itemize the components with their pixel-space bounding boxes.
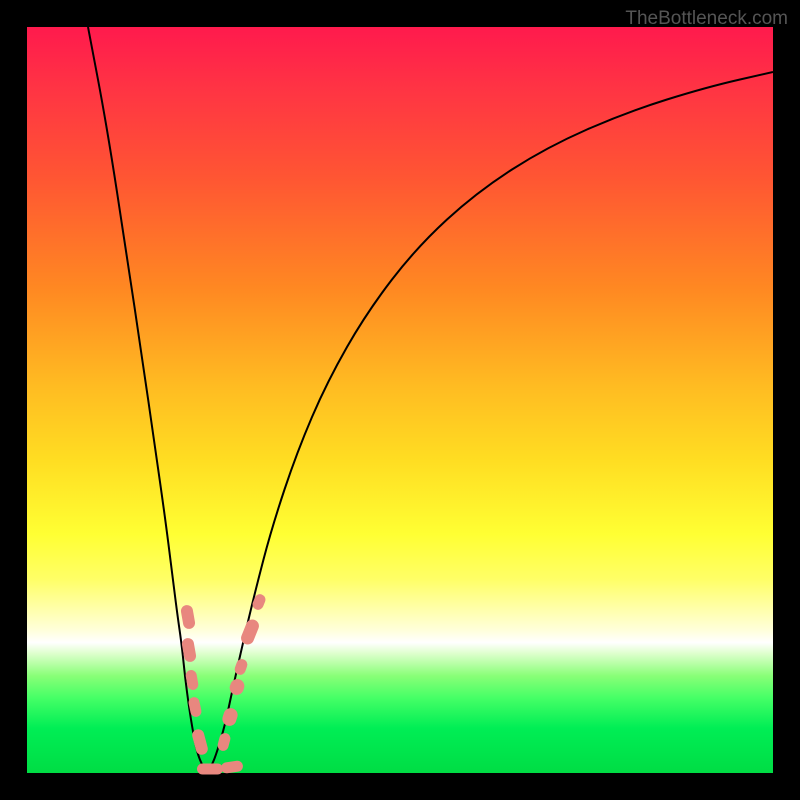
data-marker: [180, 604, 196, 630]
data-marker: [221, 706, 240, 727]
data-marker: [233, 658, 249, 677]
data-marker: [185, 669, 199, 691]
data-marker: [228, 677, 247, 697]
data-marker: [181, 637, 197, 663]
data-marker: [188, 696, 203, 718]
data-marker: [216, 732, 231, 752]
watermark-text: TheBottleneck.com: [625, 8, 788, 30]
chart-curves: [27, 27, 773, 773]
data-marker: [220, 760, 243, 774]
right-curve-path: [207, 72, 773, 772]
data-marker: [251, 593, 267, 612]
data-marker: [191, 728, 209, 756]
data-marker: [239, 618, 261, 647]
chart-plot-area: [27, 27, 773, 773]
data-marker: [197, 764, 223, 775]
